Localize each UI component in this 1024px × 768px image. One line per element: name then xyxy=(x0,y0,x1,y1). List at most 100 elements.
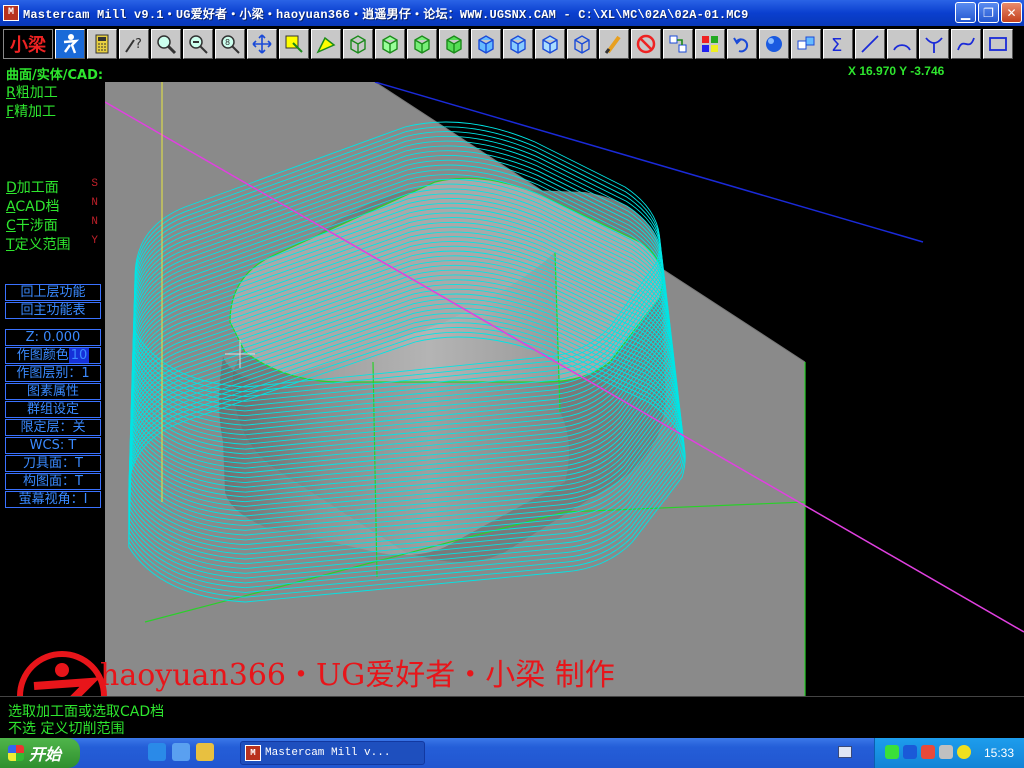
menu-item-check-surfaces[interactable]: C干涉面 N xyxy=(6,215,98,235)
viewport-canvas xyxy=(105,82,1024,696)
cube-blue-2-button[interactable] xyxy=(535,29,565,59)
cube-front-button[interactable] xyxy=(375,29,405,59)
taskbar: 开始 M Mastercam Mill v... 15:33 xyxy=(0,738,1024,768)
prompt-line-2: 不选 定义切削范围 xyxy=(8,721,125,737)
line-icon xyxy=(861,35,879,53)
menu-flag: N xyxy=(91,197,98,209)
ie-quicklaunch-icon[interactable] xyxy=(148,743,166,761)
media-quicklaunch-icon[interactable] xyxy=(196,743,214,761)
cube-blue-3-button[interactable] xyxy=(567,29,597,59)
menu-item-drive-surfaces[interactable]: D加工面 S xyxy=(6,177,98,197)
menu-item-cad-file[interactable]: ACAD档 N xyxy=(6,196,98,216)
arc-icon xyxy=(893,44,911,51)
tplane-button[interactable]: 刀具面：T xyxy=(5,455,101,472)
runner-button[interactable] xyxy=(55,29,85,59)
system-tray: 15:33 xyxy=(874,738,1024,768)
zoom-window-icon xyxy=(157,35,177,55)
taskbar-item-mastercam[interactable]: M Mastercam Mill v... xyxy=(240,741,425,765)
taskbar-item-label: Mastercam Mill v... xyxy=(265,747,391,759)
select-icon xyxy=(285,35,303,53)
cplane-button[interactable]: 构图面：T xyxy=(5,473,101,490)
title-bar[interactable]: M Mastercam Mill v9.1・UG爱好者・小梁・haoyuan36… xyxy=(0,0,1024,26)
group-icon xyxy=(797,36,815,50)
menu-item-finish[interactable]: F精加工 xyxy=(6,101,98,121)
graphics-viewport[interactable] xyxy=(105,82,1024,696)
color-button[interactable]: 作图颜色 10 xyxy=(5,347,101,364)
start-label: 开始 xyxy=(29,745,62,764)
menu-flag: Y xyxy=(91,235,98,247)
paintbrush-button[interactable] xyxy=(599,29,629,59)
tray-shield-icon[interactable] xyxy=(921,745,935,759)
chain-icon xyxy=(316,36,336,54)
minimize-button[interactable]: ▁ xyxy=(955,2,976,23)
layer-color-button[interactable] xyxy=(695,29,725,59)
main-menu-button[interactable]: 回主功能表 xyxy=(5,302,101,319)
arc-button[interactable] xyxy=(887,29,917,59)
tray-volume-icon[interactable] xyxy=(939,745,953,759)
cube-shaded-icon xyxy=(478,35,494,54)
menu-flag: N xyxy=(91,216,98,228)
level-button[interactable]: 作图层别：1 xyxy=(5,365,101,382)
color-value: 10 xyxy=(68,348,90,363)
keyboard-icon[interactable] xyxy=(838,746,852,758)
zoom-window-button[interactable] xyxy=(151,29,181,59)
layer-arrow-button[interactable] xyxy=(663,29,693,59)
maximize-button[interactable]: ❐ xyxy=(978,2,999,23)
undo-button[interactable] xyxy=(727,29,757,59)
cube-iso-button[interactable] xyxy=(439,29,469,59)
group-button[interactable] xyxy=(791,29,821,59)
tray-user-icon[interactable] xyxy=(903,745,917,759)
tray-update-icon[interactable] xyxy=(957,745,971,759)
cube-side-button[interactable] xyxy=(407,29,437,59)
pan-icon xyxy=(252,34,272,54)
calculator-button[interactable] xyxy=(87,29,117,59)
menu-label: 干涉面 xyxy=(15,218,58,234)
mask-button[interactable]: 限定层：关 xyxy=(5,419,101,436)
tray-network-icon[interactable] xyxy=(885,745,899,759)
app-icon[interactable]: M xyxy=(3,5,19,21)
attributes-button[interactable]: 图素属性 xyxy=(5,383,101,400)
pan-button[interactable] xyxy=(247,29,277,59)
cube-blue-1-button[interactable] xyxy=(503,29,533,59)
sphere-icon xyxy=(766,36,782,52)
analyze-button[interactable]: ? xyxy=(119,29,149,59)
undo-icon xyxy=(733,37,749,53)
svg-text:8: 8 xyxy=(225,38,230,47)
main-menu: 曲面/实体/CAD: R粗加工 F精加工 D加工面 S ACAD档 N C干涉面 N … xyxy=(0,62,105,702)
minimize-icon: ▁ xyxy=(960,5,971,20)
analyze-icon: ? xyxy=(125,37,142,53)
line-button[interactable] xyxy=(855,29,885,59)
spline-button[interactable] xyxy=(951,29,981,59)
cube-top-button[interactable] xyxy=(343,29,373,59)
desktop-quicklaunch-icon[interactable] xyxy=(172,743,190,761)
brand-button[interactable]: 小梁 xyxy=(3,29,53,59)
sigma-button[interactable]: Σ xyxy=(823,29,853,59)
sphere-button[interactable] xyxy=(759,29,789,59)
groups-button[interactable]: 群组设定 xyxy=(5,401,101,418)
start-button[interactable]: 开始 xyxy=(0,738,80,768)
rectangle-button[interactable] xyxy=(983,29,1013,59)
menu-item-boundary[interactable]: T定义范围 Y xyxy=(6,234,98,254)
cube-blue-1-icon xyxy=(510,35,526,54)
back-up-button[interactable]: 回上层功能 xyxy=(5,284,101,301)
calculator-icon xyxy=(95,34,109,54)
sigma-icon: Σ xyxy=(831,35,842,55)
zoom-8-button[interactable]: 8 xyxy=(215,29,245,59)
wcs-button[interactable]: WCS: T xyxy=(5,437,101,454)
cube-shaded-button[interactable] xyxy=(471,29,501,59)
menu-label: 定义范围 xyxy=(14,237,71,253)
menu-item-rough[interactable]: R粗加工 xyxy=(6,82,98,102)
mastercam-icon: M xyxy=(245,745,261,761)
curve-button[interactable] xyxy=(919,29,949,59)
cube-top-icon xyxy=(350,35,366,54)
clock: 15:33 xyxy=(983,746,1014,760)
close-button[interactable]: ✕ xyxy=(1001,2,1022,23)
gview-button[interactable]: 萤幕视角：I xyxy=(5,491,101,508)
chain-button[interactable] xyxy=(311,29,341,59)
z-depth-button[interactable]: Z: 0.000 xyxy=(5,329,101,346)
menu-flag: S xyxy=(91,178,98,190)
select-button[interactable] xyxy=(279,29,309,59)
windows-logo-icon xyxy=(8,745,24,761)
no-entry-button[interactable] xyxy=(631,29,661,59)
unzoom-button[interactable] xyxy=(183,29,213,59)
